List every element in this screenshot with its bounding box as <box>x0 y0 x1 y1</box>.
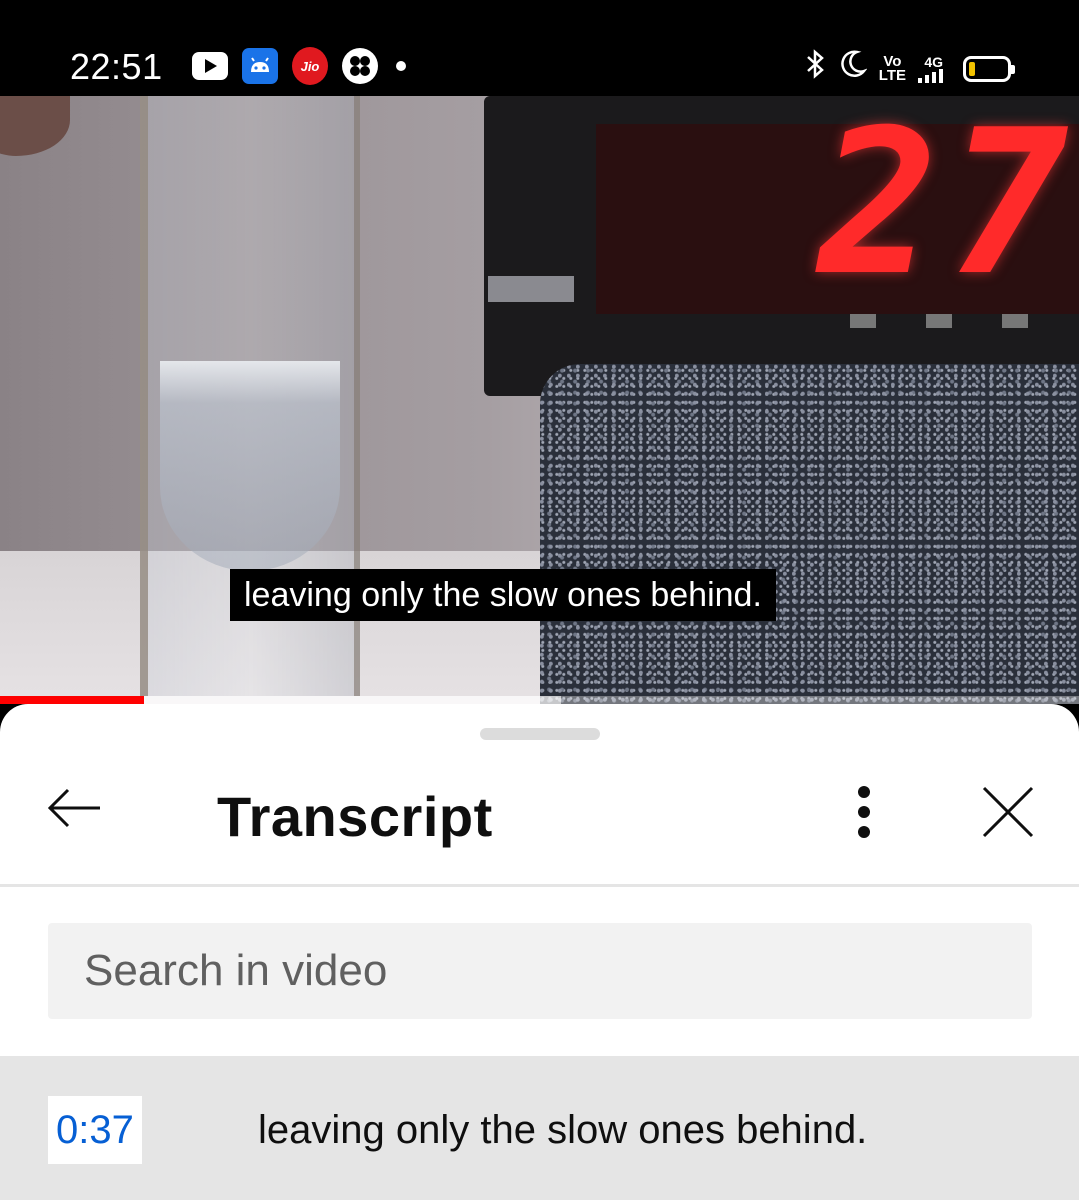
volte-label-bottom: LTE <box>878 66 906 84</box>
video-scene-liquid <box>160 361 340 571</box>
video-scene-hand <box>0 96 70 156</box>
notification-icons: Jio <box>192 47 406 85</box>
jio-icon: Jio <box>292 47 328 85</box>
4g-signal-icon: 4G <box>918 55 943 83</box>
video-progress-bar[interactable] <box>0 696 1079 704</box>
bluetooth-icon <box>805 48 827 89</box>
segment-text: leaving only the slow ones behind. <box>258 1108 868 1152</box>
segment-timestamp[interactable]: 0:37 <box>48 1096 142 1164</box>
system-icons: Vo LTE 4G <box>805 48 1015 89</box>
status-time: 22:51 <box>70 46 163 87</box>
video-scene-sponge <box>540 364 1079 704</box>
transcript-segment[interactable]: 0:37 leaving only the slow ones behind. <box>0 1056 1079 1200</box>
moon-icon <box>839 49 868 88</box>
volte-icon: Vo LTE <box>878 54 906 84</box>
timer-digits: 27 <box>818 96 1079 320</box>
status-bar: 22:51 Jio Vo LTE 4G <box>0 0 1079 96</box>
timer-buttons <box>850 314 1028 328</box>
drag-handle[interactable] <box>480 728 600 740</box>
network-label: 4G <box>924 53 943 70</box>
search-input[interactable] <box>48 923 1032 1019</box>
back-arrow-icon <box>47 788 100 828</box>
video-player[interactable]: 27 leaving only the slow ones behind. <box>0 96 1079 704</box>
video-caption: leaving only the slow ones behind. <box>230 569 776 621</box>
android-icon <box>242 48 278 84</box>
more-vert-icon <box>858 786 870 798</box>
panel-title: Transcript <box>217 785 493 848</box>
youtube-icon <box>192 48 228 84</box>
close-icon <box>982 786 1034 838</box>
jio-label: Jio <box>292 47 328 85</box>
search-box[interactable] <box>48 923 1032 1019</box>
more-options-button[interactable] <box>836 780 892 844</box>
header-divider <box>0 884 1079 887</box>
close-button[interactable] <box>976 780 1040 844</box>
video-progress-fill <box>0 696 144 704</box>
back-button[interactable] <box>42 776 106 840</box>
timer-brand-logo <box>488 276 574 302</box>
transcript-panel: Transcript 0:37 leaving only the slow on… <box>0 704 1079 1200</box>
battery-icon <box>963 55 1015 82</box>
notification-dot-icon <box>396 61 406 71</box>
clover-icon <box>342 48 378 84</box>
